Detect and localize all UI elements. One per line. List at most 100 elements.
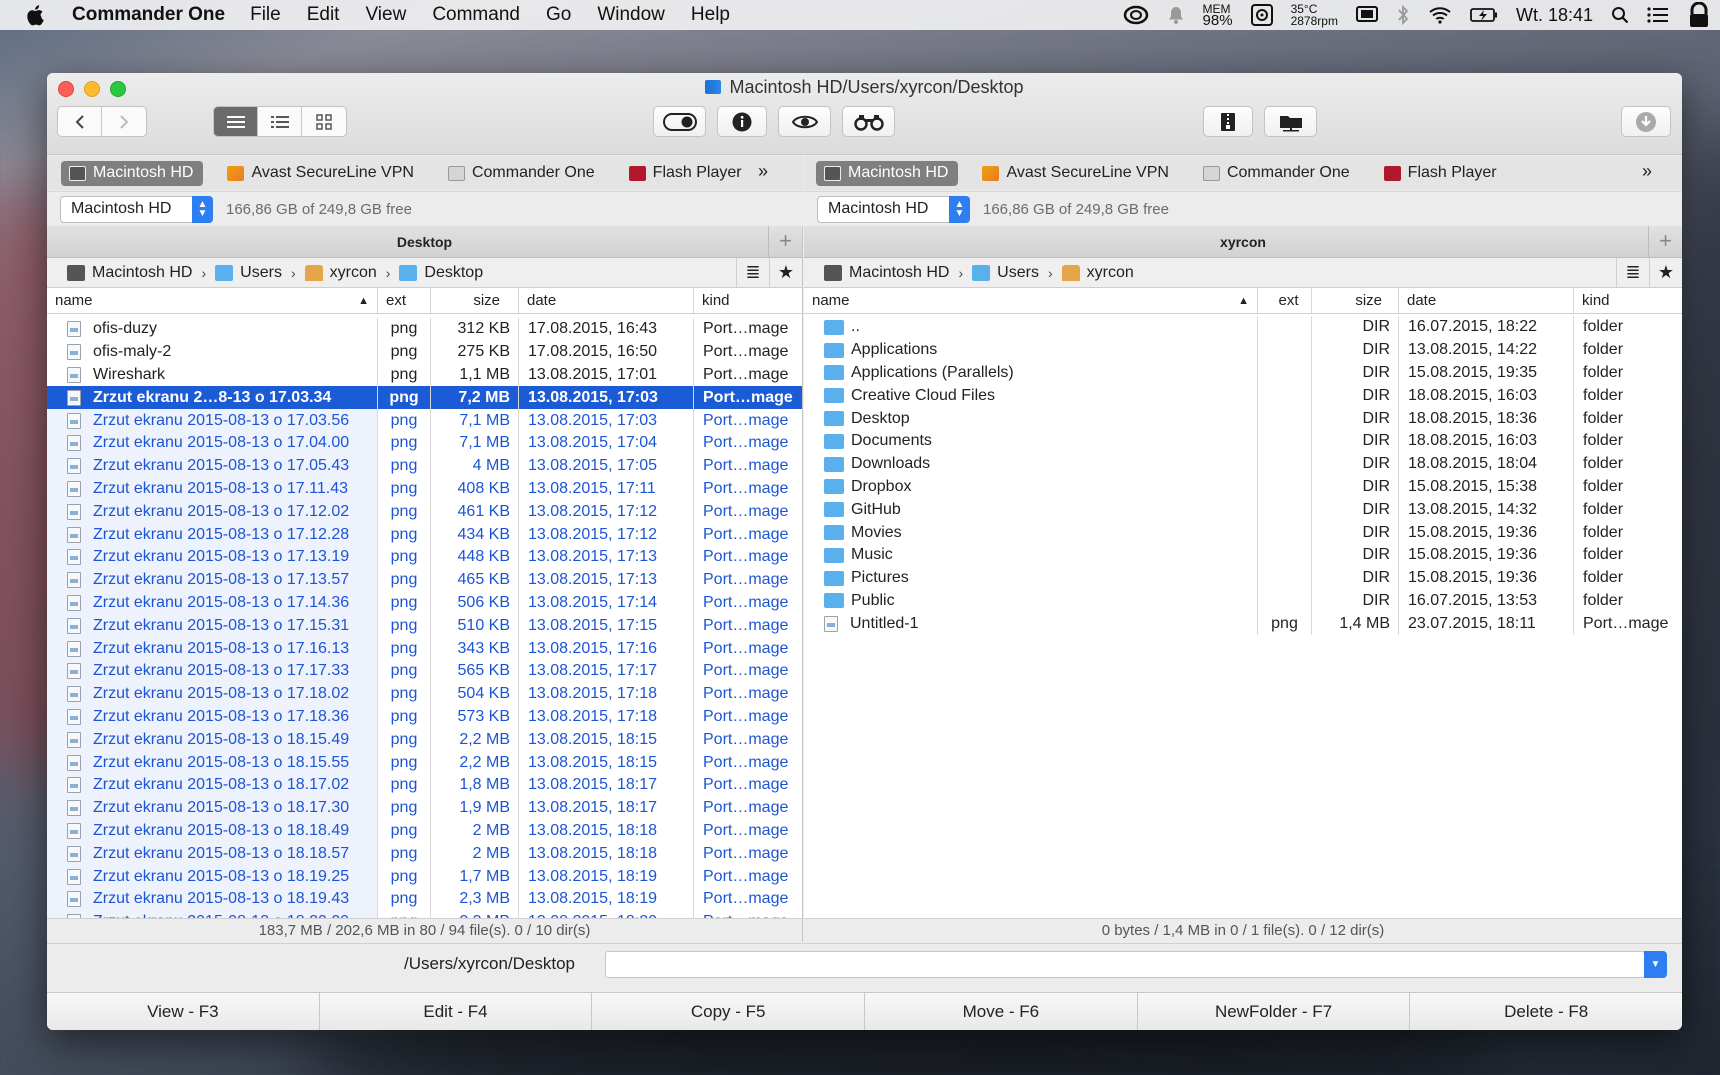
folder-row[interactable]: Music DIR 15.08.2015, 19:36 folder [804, 543, 1682, 567]
menu-window[interactable]: Window [597, 4, 665, 26]
file-row[interactable]: Zrzut ekranu 2015-08-13 o 17.14.36 png 506… [47, 591, 802, 615]
forward-button[interactable] [102, 107, 146, 136]
file-row[interactable]: Untitled-1 png 1,4 MB 23.07.2015, 18:11 Port… [804, 612, 1682, 636]
menu-edit[interactable]: Edit [307, 4, 340, 26]
apple-icon[interactable] [26, 3, 50, 27]
memory-monitor[interactable]: MEM 98% [1203, 3, 1233, 28]
file-row[interactable]: Zrzut ekranu 2015-08-13 o 18.18.49 png 2 M… [47, 819, 802, 843]
download-queue-icon[interactable] [1621, 106, 1671, 137]
file-row[interactable]: Zrzut ekranu 2015-08-13 o 17.13.57 png 465… [47, 568, 802, 592]
connect-server-icon[interactable] [1264, 106, 1317, 137]
archive-zip-icon[interactable] [1203, 106, 1253, 137]
delete-f8-button[interactable]: Delete - F8 [1410, 993, 1682, 1030]
left-add-tab-button[interactable]: + [768, 226, 802, 257]
left-file-list[interactable]: ofis-duzy png 312 KB 17.08.2015, 16:43 Port…… [47, 314, 802, 931]
right-drive-select[interactable]: Macintosh HD ▲ ▼ [817, 195, 970, 223]
col-size-header[interactable]: size [1312, 288, 1399, 313]
file-row[interactable]: Zrzut ekranu 2015-08-13 o 17.12.02 png 461… [47, 500, 802, 524]
file-row[interactable]: Wireshark png 1,1 MB 13.08.2015, 17:01 Port…… [47, 363, 802, 387]
file-row[interactable]: Zrzut ekranu 2015-08-13 o 17.16.13 png 343… [47, 637, 802, 660]
folder-row[interactable]: Creative Cloud Files DIR 18.08.2015, 16:03… [804, 384, 1682, 408]
fan-icon[interactable] [1250, 4, 1273, 26]
file-row[interactable]: ofis-duzy png 312 KB 17.08.2015, 16:43 Port…… [47, 318, 802, 341]
edit-f4-button[interactable]: Edit - F4 [320, 993, 593, 1030]
right-file-list[interactable]: .. DIR 16.07.2015, 18:22 folder Applications… [804, 314, 1682, 931]
fav-macintosh-hd[interactable]: Macintosh HD [61, 160, 204, 186]
back-button[interactable] [58, 107, 102, 136]
crumb-xyrcon[interactable]: xyrcon [1061, 264, 1134, 282]
crumb-macintosh-hd[interactable]: Macintosh HD [67, 264, 192, 282]
info-button[interactable] [717, 106, 767, 137]
left-drive-select[interactable]: Macintosh HD ▲ ▼ [60, 195, 213, 223]
col-name-header[interactable]: name ▲ [47, 288, 378, 313]
file-row[interactable]: ofis-maly-2 png 275 KB 17.08.2015, 16:50 Por… [47, 340, 802, 364]
folder-row[interactable]: Applications (Parallels) DIR 15.08.2015, 1… [804, 361, 1682, 385]
command-history-dropdown[interactable]: ▼ [1644, 951, 1667, 978]
menu-file[interactable]: File [250, 4, 281, 26]
folder-row[interactable]: Pictures DIR 15.08.2015, 19:36 folder [804, 566, 1682, 590]
col-kind-header[interactable]: kind [1574, 288, 1681, 313]
file-row[interactable]: Zrzut ekranu 2015-08-13 o 17.11.43 png 408… [47, 477, 802, 501]
notification-center-icon[interactable] [1647, 7, 1669, 23]
left-history-list-icon[interactable]: ≣ [736, 258, 769, 287]
file-row[interactable]: Zrzut ekranu 2015-08-13 o 18.15.55 png 2,2… [47, 751, 802, 774]
notification-bell-icon[interactable] [1167, 5, 1185, 25]
menu-view[interactable]: View [365, 4, 406, 26]
file-row[interactable]: Zrzut ekranu 2015-08-13 o 17.17.33 png 565… [47, 659, 802, 683]
folder-row[interactable]: Dropbox DIR 15.08.2015, 15:38 folder [804, 475, 1682, 499]
file-row[interactable]: Zrzut ekranu 2015-08-13 o 17.15.31 png 510… [47, 614, 802, 638]
file-row[interactable]: Zrzut ekranu 2015-08-13 o 17.13.19 png 448… [47, 545, 802, 569]
command-input[interactable] [605, 951, 1645, 978]
file-row[interactable]: Zrzut ekranu 2015-08-13 o 17.04.00 png 7,1… [47, 431, 802, 455]
file-row[interactable]: Zrzut ekranu 2015-08-13 o 18.17.30 png 1,9… [47, 796, 802, 820]
hidden-files-toggle[interactable] [653, 106, 706, 137]
bluetooth-icon[interactable] [1396, 5, 1410, 25]
icon-view-button[interactable] [302, 107, 346, 136]
folder-row[interactable]: GitHub DIR 13.08.2015, 14:32 folder [804, 498, 1682, 522]
file-row[interactable]: Zrzut ekranu 2015-08-13 o 18.19.25 png 1,7… [47, 865, 802, 888]
search-binoculars-icon[interactable] [842, 106, 895, 137]
col-date-header[interactable]: date [1399, 288, 1574, 313]
quick-look-eye-icon[interactable] [778, 106, 831, 137]
left-bookmark-star-icon[interactable]: ★ [769, 258, 802, 287]
file-row[interactable]: Zrzut ekranu 2015-08-13 o 17.18.36 png 573… [47, 705, 802, 729]
spotlight-search-icon[interactable] [1611, 6, 1629, 24]
file-row[interactable]: Zrzut ekranu 2015-08-13 o 18.15.49 png 2,2… [47, 728, 802, 752]
crumb-users[interactable]: Users [215, 264, 282, 282]
col-size-header[interactable]: size [431, 288, 519, 313]
file-row[interactable]: Zrzut ekranu 2015-08-13 o 18.17.02 png 1,8… [47, 773, 802, 797]
folder-row[interactable]: Desktop DIR 18.08.2015, 18:36 folder [804, 407, 1682, 430]
file-row[interactable]: Zrzut ekranu 2015-08-13 o 17.05.43 png 4 M… [47, 454, 802, 478]
fav-flash-player[interactable]: Flash Player [621, 161, 752, 186]
folder-row[interactable]: Downloads DIR 18.08.2015, 18:04 folder [804, 452, 1682, 476]
folder-row[interactable]: .. DIR 16.07.2015, 18:22 folder [804, 316, 1682, 339]
folder-row[interactable]: Applications DIR 13.08.2015, 14:22 folder [804, 338, 1682, 362]
app-name-menu[interactable]: Commander One [72, 4, 225, 26]
crumb-macintosh-hd[interactable]: Macintosh HD [824, 264, 949, 282]
fav-avast-vpn[interactable]: Avast SecureLine VPN [974, 161, 1178, 186]
creative-cloud-icon[interactable] [1123, 5, 1149, 25]
right-add-tab-button[interactable]: + [1648, 226, 1682, 257]
menu-help[interactable]: Help [691, 4, 730, 26]
file-row[interactable]: Zrzut ekranu 2…8-13 o 17.03.34 png 7,2 MB 1… [47, 386, 802, 410]
crumb-xyrcon[interactable]: xyrcon [304, 264, 377, 282]
file-row[interactable]: Zrzut ekranu 2015-08-13 o 17.12.28 png 434… [47, 523, 802, 546]
right-favorites-more-button[interactable]: » [1642, 161, 1652, 182]
col-ext-header[interactable]: ext [378, 288, 431, 313]
fav-commander-one[interactable]: Commander One [1195, 161, 1360, 186]
right-history-list-icon[interactable]: ≣ [1616, 258, 1649, 287]
file-row[interactable]: Zrzut ekranu 2015-08-13 o 18.19.43 png 2,3… [47, 887, 802, 911]
fav-macintosh-hd[interactable]: Macintosh HD [816, 160, 959, 186]
file-row[interactable]: Zrzut ekranu 2015-08-13 o 18.18.57 png 2 M… [47, 842, 802, 866]
copy-f5-button[interactable]: Copy - F5 [592, 993, 866, 1030]
crumb-desktop[interactable]: Desktop [399, 264, 483, 282]
fav-flash-player[interactable]: Flash Player [1376, 161, 1507, 186]
file-row[interactable]: Zrzut ekranu 2015-08-13 o 17.03.56 png 7,1… [47, 409, 802, 432]
detail-view-button[interactable] [258, 107, 302, 136]
view-f3-button[interactable]: View - F3 [47, 993, 320, 1030]
col-date-header[interactable]: date [519, 288, 694, 313]
list-view-button[interactable] [214, 107, 258, 136]
folder-row[interactable]: Documents DIR 18.08.2015, 16:03 folder [804, 429, 1682, 453]
menu-go[interactable]: Go [546, 4, 571, 26]
folder-row[interactable]: Movies DIR 15.08.2015, 19:36 folder [804, 521, 1682, 544]
